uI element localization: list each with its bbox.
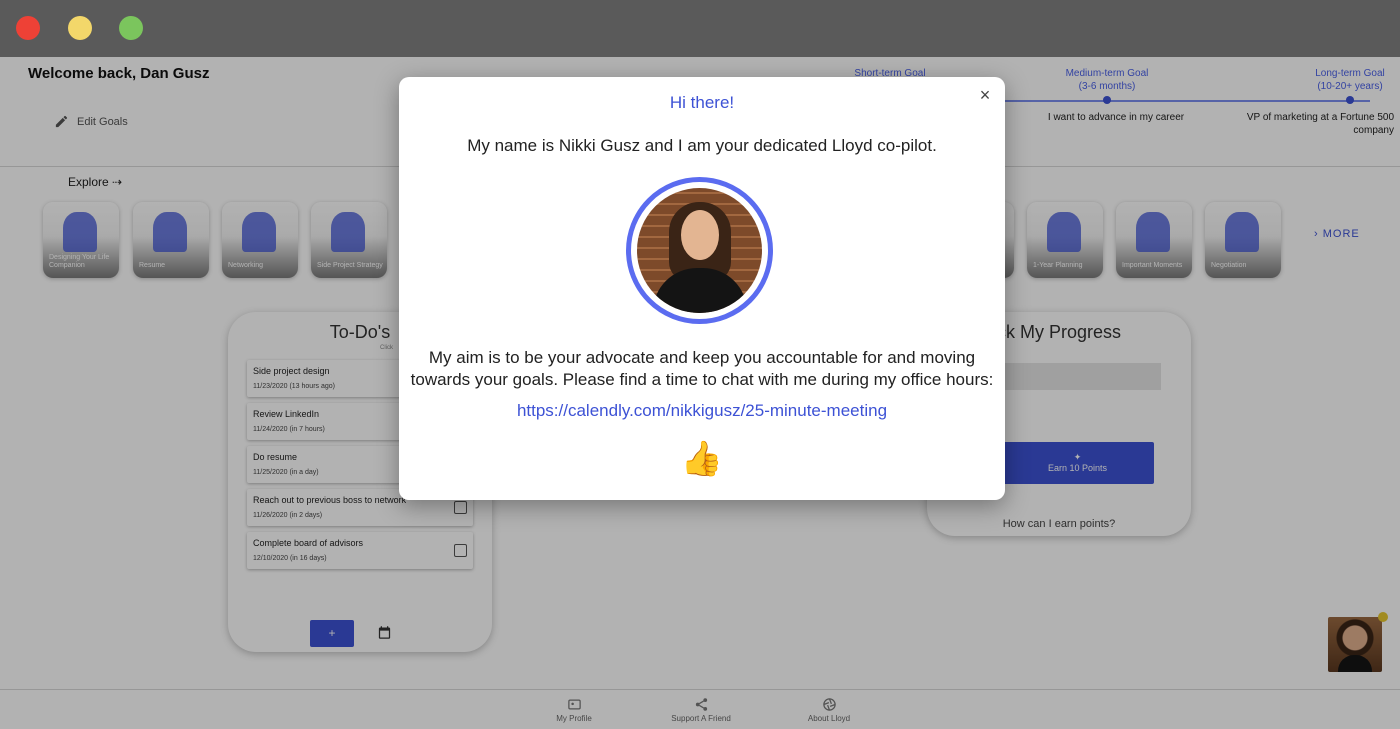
window-maximize-button[interactable] [119, 16, 143, 40]
window-close-button[interactable] [16, 16, 40, 40]
modal-aim-line-1: My aim is to be your advocate and keep y… [428, 348, 976, 367]
window-minimize-button[interactable] [68, 16, 92, 40]
thumbs-up-icon: 👍 [680, 440, 724, 478]
copilot-intro-modal: Hi there! × My name is Nikki Gusz and I … [399, 77, 1005, 500]
avatar-torso [653, 268, 747, 313]
avatar-face [681, 210, 719, 260]
copilot-avatar-photo [637, 188, 762, 313]
modal-intro-text: My name is Nikki Gusz and I am your dedi… [467, 136, 937, 155]
copilot-avatar-ring [626, 177, 773, 324]
modal-aim-text: My aim is to be your advocate and keep y… [399, 347, 1005, 391]
modal-title: Hi there! [669, 93, 735, 112]
window-titlebar [0, 0, 1400, 57]
close-icon[interactable]: × [976, 86, 994, 104]
calendly-link[interactable]: https://calendly.com/nikkigusz/25-minute… [399, 401, 1005, 421]
modal-aim-line-2: towards your goals. Please find a time t… [410, 370, 994, 389]
